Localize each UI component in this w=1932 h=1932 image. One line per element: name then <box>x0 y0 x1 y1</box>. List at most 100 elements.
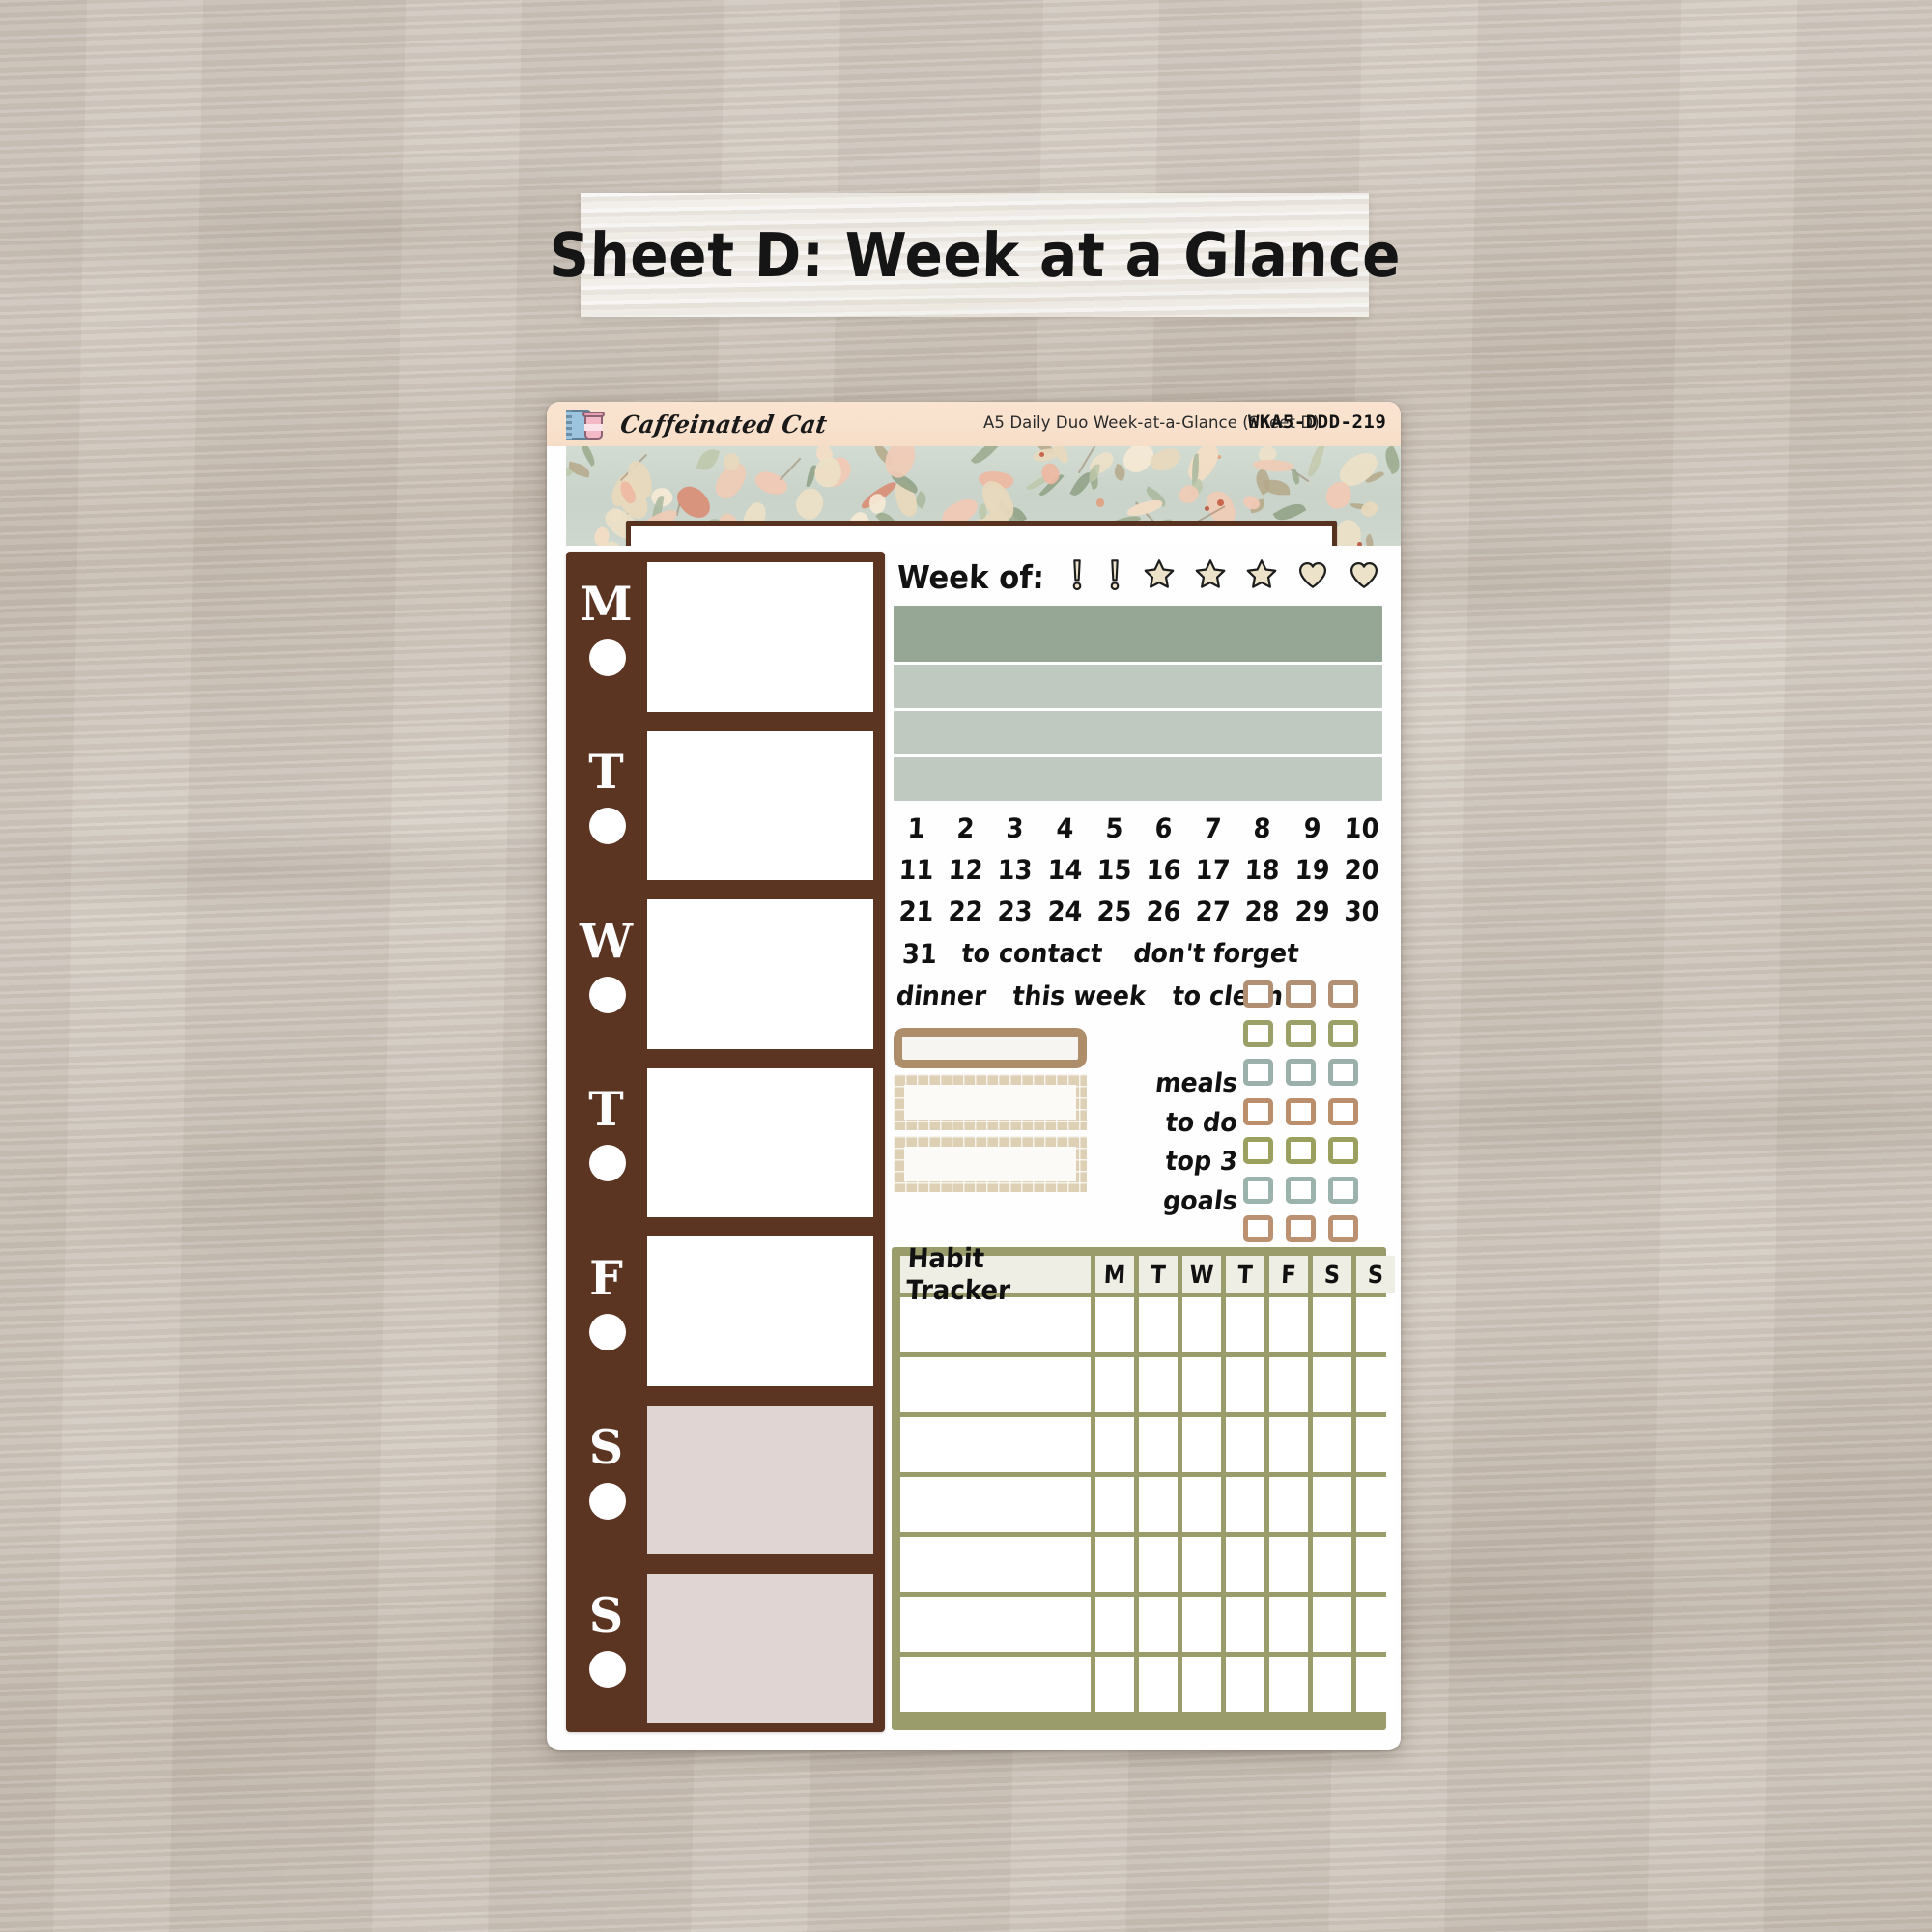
habit-check-cell[interactable] <box>1182 1477 1221 1532</box>
day-dot-saturday[interactable] <box>589 1482 626 1520</box>
habit-check-cell[interactable] <box>1269 1597 1308 1652</box>
day-dot-friday[interactable] <box>589 1314 626 1351</box>
label-sticker-top-3[interactable]: top 3 <box>1108 1142 1239 1181</box>
label-sticker-goals[interactable]: goals <box>1108 1181 1239 1221</box>
date-sticker-7[interactable]: 7 <box>1189 812 1236 844</box>
day-box-friday[interactable] <box>644 1234 876 1389</box>
day-dot-sunday[interactable] <box>589 1651 626 1689</box>
date-sticker-19[interactable]: 19 <box>1289 854 1336 886</box>
habit-check-cell[interactable] <box>1095 1417 1134 1472</box>
date-sticker-5[interactable]: 5 <box>1091 812 1138 844</box>
date-sticker-10[interactable]: 10 <box>1338 812 1385 844</box>
green-bar-sticker-2[interactable] <box>894 665 1382 708</box>
habit-check-cell[interactable] <box>1269 1657 1308 1712</box>
habit-check-cell[interactable] <box>1356 1297 1395 1352</box>
day-box-tuesday[interactable] <box>644 727 876 884</box>
habit-check-cell[interactable] <box>1182 1357 1221 1412</box>
checkbox-sticker[interactable] <box>1328 1215 1358 1243</box>
date-sticker-16[interactable]: 16 <box>1140 854 1187 886</box>
checkbox-sticker[interactable] <box>1286 1176 1316 1204</box>
habit-check-cell[interactable] <box>1226 1357 1264 1412</box>
day-dot-tuesday[interactable] <box>589 808 626 845</box>
day-dot-wednesday[interactable] <box>589 976 626 1013</box>
green-bar-sticker-3[interactable] <box>894 711 1382 754</box>
date-sticker-22[interactable]: 22 <box>942 895 989 927</box>
habit-check-cell[interactable] <box>1182 1597 1221 1652</box>
habit-check-cell[interactable] <box>1226 1657 1264 1712</box>
star-icon[interactable] <box>1244 557 1279 597</box>
checkbox-sticker[interactable] <box>1243 1176 1273 1204</box>
habit-check-cell[interactable] <box>1313 1297 1351 1352</box>
habit-check-cell[interactable] <box>1356 1597 1395 1652</box>
checkbox-sticker[interactable] <box>1328 1019 1358 1047</box>
checkbox-sticker[interactable] <box>1243 980 1273 1009</box>
habit-check-cell[interactable] <box>1226 1537 1264 1592</box>
habit-check-cell[interactable] <box>1139 1537 1178 1592</box>
habit-check-cell[interactable] <box>1356 1657 1395 1712</box>
date-sticker-14[interactable]: 14 <box>1041 854 1089 886</box>
habit-check-cell[interactable] <box>1095 1297 1134 1352</box>
date-sticker-29[interactable]: 29 <box>1289 895 1336 927</box>
habit-check-cell[interactable] <box>1095 1357 1134 1412</box>
checkbox-sticker[interactable] <box>1328 1176 1358 1204</box>
checkbox-sticker[interactable] <box>1328 1097 1358 1125</box>
habit-check-cell[interactable] <box>1139 1597 1178 1652</box>
star-icon[interactable] <box>1142 557 1177 597</box>
habit-check-cell[interactable] <box>1226 1477 1264 1532</box>
habit-check-cell[interactable] <box>1356 1357 1395 1412</box>
habit-check-cell[interactable] <box>1182 1657 1221 1712</box>
habit-check-cell[interactable] <box>1356 1417 1395 1472</box>
date-sticker-3[interactable]: 3 <box>992 812 1039 844</box>
word-sticker-to-contact[interactable]: to contact <box>960 939 1104 969</box>
habit-check-cell[interactable] <box>1095 1657 1134 1712</box>
date-sticker-15[interactable]: 15 <box>1091 854 1138 886</box>
habit-check-cell[interactable] <box>1182 1537 1221 1592</box>
date-sticker-6[interactable]: 6 <box>1140 812 1187 844</box>
checkbox-sticker[interactable] <box>1243 1059 1273 1087</box>
checkbox-sticker[interactable] <box>1286 1059 1316 1087</box>
date-sticker-9[interactable]: 9 <box>1289 812 1336 844</box>
day-box-monday[interactable] <box>644 559 876 715</box>
rounded-label-box-sticker[interactable] <box>894 1028 1087 1068</box>
checkbox-sticker[interactable] <box>1328 1137 1358 1165</box>
checkbox-sticker[interactable] <box>1328 980 1358 1009</box>
date-sticker-25[interactable]: 25 <box>1091 895 1138 927</box>
exclamation-mark-icon[interactable] <box>1066 557 1088 597</box>
date-sticker-30[interactable]: 30 <box>1338 895 1385 927</box>
checkbox-sticker[interactable] <box>1286 980 1316 1009</box>
checkbox-sticker[interactable] <box>1286 1137 1316 1165</box>
date-sticker-31[interactable]: 31 <box>894 938 947 970</box>
date-sticker-17[interactable]: 17 <box>1189 854 1236 886</box>
habit-name-cell[interactable] <box>900 1357 1091 1412</box>
checkbox-sticker[interactable] <box>1286 1215 1316 1243</box>
habit-check-cell[interactable] <box>1095 1597 1134 1652</box>
date-sticker-11[interactable]: 11 <box>893 854 940 886</box>
checkbox-sticker[interactable] <box>1328 1059 1358 1087</box>
date-sticker-24[interactable]: 24 <box>1041 895 1089 927</box>
habit-check-cell[interactable] <box>1139 1297 1178 1352</box>
date-sticker-1[interactable]: 1 <box>893 812 940 844</box>
habit-check-cell[interactable] <box>1313 1357 1351 1412</box>
label-sticker-to-do[interactable]: to do <box>1108 1103 1239 1143</box>
date-sticker-26[interactable]: 26 <box>1140 895 1187 927</box>
label-sticker-meals[interactable]: meals <box>1108 1064 1239 1103</box>
habit-check-cell[interactable] <box>1269 1537 1308 1592</box>
date-sticker-13[interactable]: 13 <box>992 854 1039 886</box>
habit-check-cell[interactable] <box>1139 1417 1178 1472</box>
mosaic-box-sticker[interactable] <box>894 1074 1087 1130</box>
date-sticker-27[interactable]: 27 <box>1189 895 1236 927</box>
habit-check-cell[interactable] <box>1269 1417 1308 1472</box>
day-dot-monday[interactable] <box>589 639 626 676</box>
day-box-saturday[interactable] <box>644 1402 876 1558</box>
mosaic-box-sticker[interactable] <box>894 1136 1087 1192</box>
date-sticker-2[interactable]: 2 <box>942 812 989 844</box>
habit-check-cell[interactable] <box>1269 1297 1308 1352</box>
date-sticker-12[interactable]: 12 <box>942 854 989 886</box>
habit-name-cell[interactable] <box>900 1597 1091 1652</box>
star-icon[interactable] <box>1193 557 1228 597</box>
habit-check-cell[interactable] <box>1226 1597 1264 1652</box>
checkbox-sticker[interactable] <box>1243 1097 1273 1125</box>
day-box-thursday[interactable] <box>644 1065 876 1221</box>
habit-check-cell[interactable] <box>1313 1597 1351 1652</box>
habit-check-cell[interactable] <box>1313 1477 1351 1532</box>
